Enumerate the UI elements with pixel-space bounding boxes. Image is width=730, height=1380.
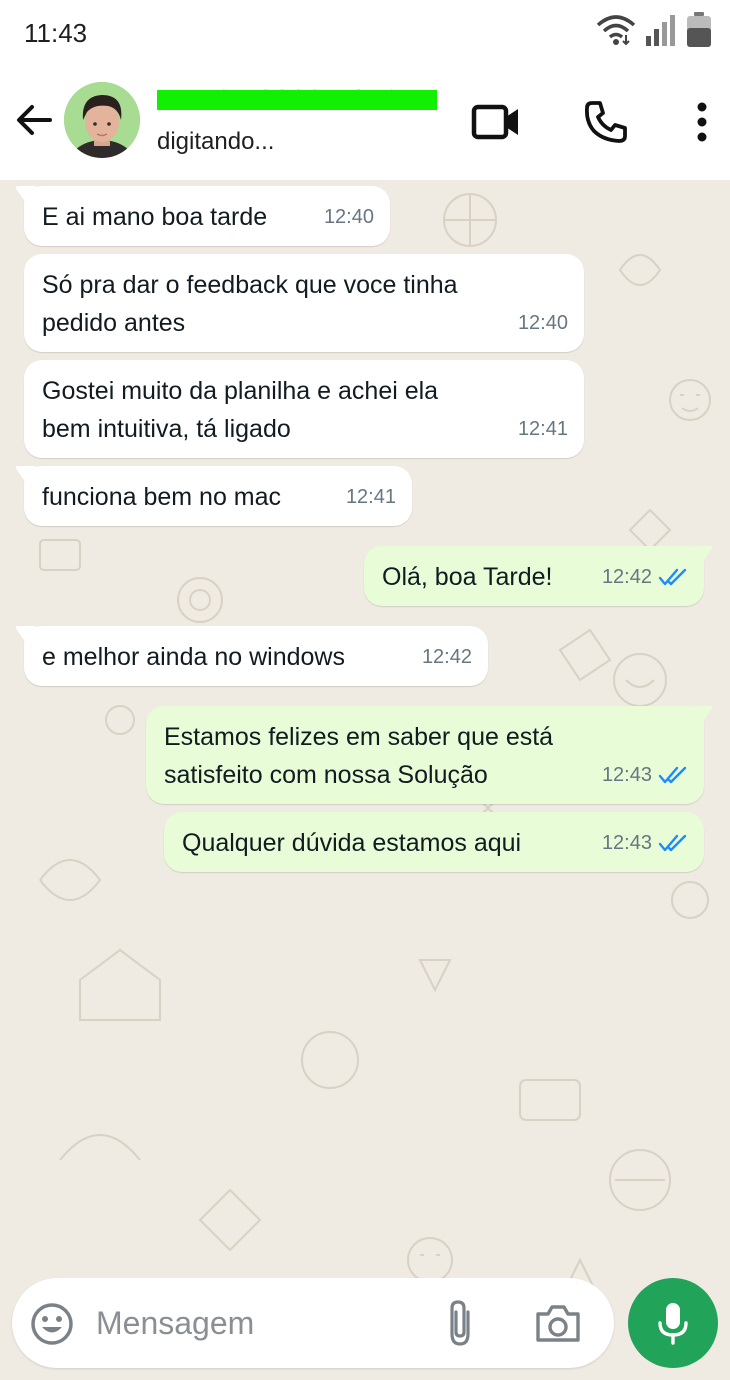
message-composer bbox=[12, 1278, 614, 1368]
phone-call-icon bbox=[584, 101, 627, 143]
message-meta: 12:41 bbox=[518, 410, 568, 448]
contact-name[interactable]: +55 37 9999-5048 bbox=[157, 84, 437, 118]
voice-message-button[interactable] bbox=[628, 1278, 718, 1368]
message-meta: 12:43 bbox=[602, 824, 688, 862]
message-bubble-outgoing[interactable]: Qualquer dúvida estamos aqui 12:43 bbox=[164, 812, 704, 872]
message-text: E ai mano boa tarde bbox=[42, 203, 268, 231]
message-time: 12:40 bbox=[323, 206, 374, 228]
camera-icon[interactable] bbox=[534, 1300, 582, 1346]
video-call-icon bbox=[471, 104, 518, 140]
chat-header: +55 37 9999-5048 digitando... bbox=[0, 68, 730, 180]
read-receipt-icon bbox=[658, 834, 687, 852]
avatar[interactable] bbox=[64, 82, 140, 158]
typing-status: digitando... bbox=[157, 128, 275, 155]
message-bubble-incoming[interactable]: e melhor ainda no windows 12:42 bbox=[15, 626, 488, 686]
bubble-tail bbox=[15, 186, 36, 206]
read-receipt-icon bbox=[658, 568, 687, 586]
more-options-button[interactable] bbox=[676, 96, 728, 148]
bubble-tail bbox=[15, 466, 36, 486]
chat-area[interactable]: E ai mano boa tarde 12:40 Só pra dar o f… bbox=[0, 180, 730, 1380]
message-meta: 12:43 bbox=[602, 756, 688, 794]
battery-icon bbox=[687, 12, 711, 47]
emoji-icon[interactable] bbox=[30, 1302, 74, 1346]
microphone-icon bbox=[658, 1303, 688, 1345]
message-time: 12:41 bbox=[517, 418, 568, 440]
message-meta: 12:42 bbox=[602, 558, 688, 596]
message-bubble-outgoing[interactable]: Estamos felizes em saber que está satisf… bbox=[146, 706, 713, 804]
message-time: 12:40 bbox=[517, 312, 568, 334]
message-text: Gostei muito da planilha e achei ela bem… bbox=[42, 377, 439, 443]
paperclip-icon[interactable] bbox=[440, 1298, 480, 1348]
more-options-icon bbox=[697, 102, 707, 142]
message-text: funciona bem no mac bbox=[42, 483, 282, 511]
bubble-tail bbox=[15, 626, 36, 646]
message-time: 12:41 bbox=[345, 486, 396, 508]
message-meta: 12:40 bbox=[324, 198, 374, 236]
message-input[interactable] bbox=[96, 1300, 416, 1346]
message-bubble-incoming[interactable]: funciona bem no mac 12:41 bbox=[15, 466, 412, 526]
message-time: 12:43 bbox=[601, 832, 652, 854]
message-bubble-incoming[interactable]: Gostei muito da planilha e achei ela bem… bbox=[24, 360, 584, 458]
bubble-tail bbox=[692, 706, 713, 726]
redaction-bar bbox=[157, 90, 437, 110]
status-bar: 11:43 bbox=[0, 0, 730, 68]
read-receipt-icon bbox=[658, 766, 687, 784]
message-meta: 12:42 bbox=[422, 638, 472, 676]
bubble-tail bbox=[692, 546, 713, 566]
message-bubble-incoming[interactable]: E ai mano boa tarde 12:40 bbox=[15, 186, 390, 246]
message-meta: 12:41 bbox=[346, 478, 396, 516]
message-bubble-outgoing[interactable]: Olá, boa Tarde! 12:42 bbox=[364, 546, 713, 606]
video-call-button[interactable] bbox=[470, 96, 522, 148]
message-text: e melhor ainda no windows bbox=[42, 643, 345, 671]
status-time: 11:43 bbox=[24, 18, 88, 48]
signal-icon bbox=[646, 15, 675, 46]
message-time: 12:42 bbox=[421, 646, 472, 668]
message-bubble-incoming[interactable]: Só pra dar o feedback que voce tinha ped… bbox=[24, 254, 584, 352]
message-text: Só pra dar o feedback que voce tinha ped… bbox=[42, 271, 458, 337]
voice-call-button[interactable] bbox=[580, 96, 632, 148]
message-time: 12:42 bbox=[601, 566, 652, 588]
message-time: 12:43 bbox=[601, 764, 652, 786]
wifi-icon bbox=[596, 15, 636, 46]
status-icons bbox=[596, 12, 712, 48]
avatar-image bbox=[64, 82, 140, 158]
back-arrow-icon[interactable] bbox=[12, 98, 56, 142]
message-meta: 12:40 bbox=[518, 304, 568, 342]
